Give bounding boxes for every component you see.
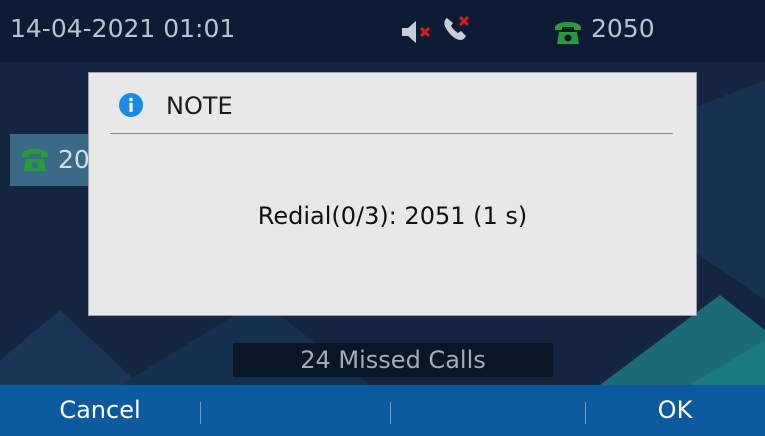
datetime-label: 14-04-2021 01:01 bbox=[10, 14, 236, 43]
softkey-bar: Cancel OK bbox=[0, 385, 765, 436]
dialog-separator bbox=[110, 133, 673, 134]
account-key-label: 20 bbox=[58, 145, 90, 174]
note-dialog: NOTE Redial(0/3): 2051 (1 s) bbox=[89, 73, 696, 315]
cancel-softkey[interactable]: Cancel bbox=[0, 385, 200, 436]
phone-icon bbox=[555, 22, 581, 44]
status-bar: 14-04-2021 01:01 2050 bbox=[0, 0, 765, 62]
missed-calls-banner[interactable]: 24 Missed Calls bbox=[233, 343, 553, 377]
dialog-message: Redial(0/3): 2051 (1 s) bbox=[257, 202, 528, 230]
empty-softkey-2[interactable] bbox=[390, 385, 585, 436]
mute-icon bbox=[402, 21, 431, 43]
missed-call-icon bbox=[444, 15, 470, 40]
phone-icon bbox=[22, 149, 48, 171]
dialog-title: NOTE bbox=[166, 92, 233, 120]
empty-softkey-1[interactable] bbox=[200, 385, 390, 436]
missed-calls-label: 24 Missed Calls bbox=[300, 346, 486, 374]
line-number: 2050 bbox=[591, 14, 655, 43]
info-icon bbox=[119, 93, 143, 117]
ok-softkey[interactable]: OK bbox=[585, 385, 765, 436]
phone-screen: 14-04-2021 01:01 2050 20 24 Missed Calls bbox=[0, 0, 765, 436]
